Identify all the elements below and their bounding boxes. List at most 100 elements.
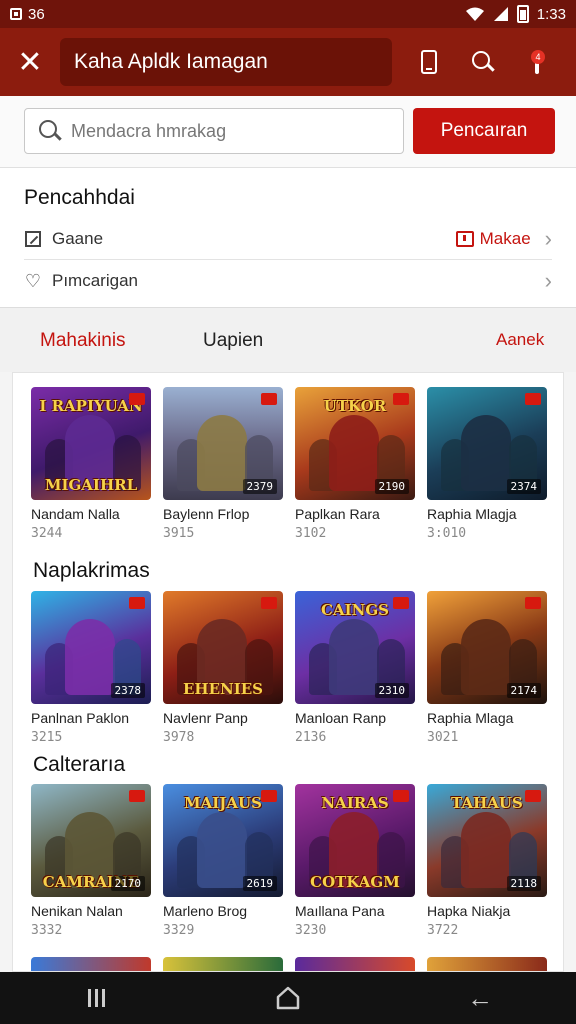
game-logo-text: EHENIES — [182, 680, 264, 698]
game-thumbnail: 2374 — [427, 387, 547, 500]
home-button[interactable] — [192, 972, 384, 1024]
game-name: Marleno Brog — [163, 903, 248, 919]
game-number: 3722 — [427, 923, 459, 938]
game-name: Navlenr Panp — [163, 710, 248, 726]
game-thumbnail: 2379 — [163, 387, 283, 500]
game-card[interactable]: MAIJAUS 2619 Marleno Brog 3329 — [163, 784, 285, 938]
notification-icon: 4 — [527, 50, 547, 74]
row-right: › — [545, 268, 552, 294]
game-grid-4 — [31, 957, 551, 971]
badge-icon — [525, 790, 541, 802]
tag-icon — [455, 230, 474, 247]
game-name: Raphia Mlaga — [427, 710, 514, 726]
game-number: 3329 — [163, 923, 195, 938]
tab-uapien[interactable]: Uapien — [203, 330, 263, 352]
game-number: 3915 — [163, 526, 195, 541]
game-logo-text: MIGAIHRL — [44, 476, 138, 494]
chevron-right-icon: › — [544, 268, 552, 293]
wifi-icon — [465, 7, 484, 21]
game-name: Raphia Mlagja — [427, 506, 517, 522]
search-area: Mendacra hmrakag Pencaıran — [0, 96, 576, 168]
game-card[interactable]: EHENIES Navlenr Panp 3978 — [163, 591, 285, 745]
recents-icon — [87, 989, 105, 1007]
status-right: 1:33 — [465, 5, 566, 23]
badge-icon — [261, 597, 277, 609]
game-count: 2378 — [110, 683, 145, 698]
game-name: Nandam Nalla — [31, 506, 120, 522]
game-card[interactable]: TAHAUS 2118 Hapka Niakja 3722 — [427, 784, 549, 938]
game-count: 2619 — [242, 876, 277, 891]
game-number: 2136 — [295, 730, 327, 745]
game-count: 2374 — [506, 479, 541, 494]
category-label: Pımcarigan — [52, 271, 138, 290]
close-button[interactable]: ✕ — [0, 28, 60, 96]
status-left-text: 36 — [28, 5, 45, 23]
search-input[interactable]: Mendacra hmrakag — [24, 108, 404, 154]
game-card[interactable]: 2378 Panlnan Paklon 3215 — [31, 591, 153, 745]
home-icon — [276, 986, 300, 1010]
game-card[interactable]: NAIRAS COTKAGM Maıllana Pana 3230 — [295, 784, 417, 938]
recents-button[interactable] — [0, 972, 192, 1024]
game-card[interactable]: UTKOR 2190 Paplkan Rara 3102 — [295, 387, 417, 541]
game-card-partial[interactable] — [427, 957, 549, 971]
category-badge-label: Makae — [479, 228, 531, 248]
chevron-right-icon: › — [544, 225, 552, 251]
game-grid-3: CAMRAINE 2170 Nenikan Nalan 3332 MAIJAUS… — [31, 784, 551, 954]
search-submit-button[interactable]: Pencaıran — [413, 108, 555, 154]
game-card[interactable]: I RAPIYUAN MIGAIHRL Nandam Nalla 3244 — [31, 387, 153, 541]
status-time: 1:33 — [536, 5, 566, 23]
tab-aanek[interactable]: Aanek — [496, 330, 544, 350]
game-card-partial[interactable] — [295, 957, 417, 971]
badge-icon — [129, 597, 145, 609]
phone-icon — [421, 50, 437, 74]
game-thumbnail: TAHAUS 2118 — [427, 784, 547, 897]
badge-icon — [525, 597, 541, 609]
game-name: Nenikan Nalan — [31, 903, 123, 919]
game-name: Hapka Niakja — [427, 903, 511, 919]
search-button[interactable] — [456, 28, 510, 96]
category-title: Pencahhdai — [24, 186, 135, 209]
game-name: Manloan Ranp — [295, 710, 387, 726]
category-row-search[interactable]: ♡ Pımcarigan › — [24, 260, 552, 302]
game-card-partial[interactable] — [31, 957, 153, 971]
game-number: 3978 — [163, 730, 195, 745]
search-placeholder: Mendacra hmrakag — [71, 120, 227, 141]
game-thumbnail: CAMRAINE 2170 — [31, 784, 151, 897]
game-card[interactable]: 2379 Baylenn Frlop 3915 — [163, 387, 285, 541]
game-card-partial[interactable] — [163, 957, 285, 971]
section-title: Calterarıa — [33, 753, 126, 776]
game-thumbnail: NAIRAS COTKAGM — [295, 784, 415, 897]
game-name: Maıllana Pana — [295, 903, 385, 919]
game-card[interactable]: CAMRAINE 2170 Nenikan Nalan 3332 — [31, 784, 153, 938]
badge-icon — [393, 393, 409, 405]
game-card[interactable]: 2374 Raphia Mlagja 3:010 — [427, 387, 549, 541]
signal-icon — [493, 7, 508, 21]
tab-mahakinis[interactable]: Mahakinis — [40, 330, 126, 352]
device-button[interactable] — [402, 28, 456, 96]
badge-icon — [393, 597, 409, 609]
game-grid-1: I RAPIYUAN MIGAIHRL Nandam Nalla 3244 23… — [31, 387, 551, 557]
game-number: 3244 — [31, 526, 63, 541]
game-card[interactable]: 2174 Raphia Mlaga 3021 — [427, 591, 549, 745]
game-number: 3102 — [295, 526, 327, 541]
back-button[interactable]: ← — [384, 972, 576, 1024]
app-title-box[interactable]: Kaha Apldk Iamagan — [60, 38, 392, 86]
app-title: Kaha Apldk Iamagan — [74, 50, 268, 73]
heart-icon: ♡ — [24, 271, 42, 291]
game-thumbnail: CAINGS 2310 — [295, 591, 415, 704]
game-count: 2174 — [506, 683, 541, 698]
notification-button[interactable]: 4 — [510, 28, 564, 96]
game-thumbnail: UTKOR 2190 — [295, 387, 415, 500]
game-number: 3230 — [295, 923, 327, 938]
content-panel: I RAPIYUAN MIGAIHRL Nandam Nalla 3244 23… — [12, 372, 564, 972]
badge-icon — [129, 393, 145, 405]
game-thumbnail: 2174 — [427, 591, 547, 704]
game-number: 3215 — [31, 730, 63, 745]
game-card[interactable]: CAINGS 2310 Manloan Ranp 2136 — [295, 591, 417, 745]
game-number: 3021 — [427, 730, 459, 745]
game-thumbnail: MAIJAUS 2619 — [163, 784, 283, 897]
category-row-game[interactable]: Gaane Makae › — [24, 218, 552, 260]
edit-icon — [24, 230, 42, 248]
search-icon — [472, 51, 494, 73]
category-section: Pencahhdai Gaane Makae › ♡ Pımcarigan › — [0, 168, 576, 308]
